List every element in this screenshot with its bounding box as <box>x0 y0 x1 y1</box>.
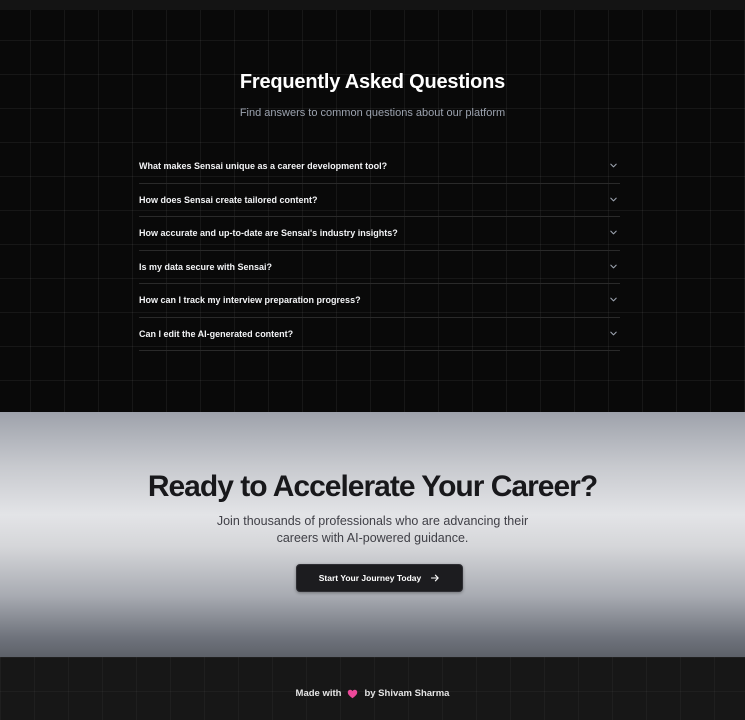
top-strip <box>0 0 745 10</box>
faq-item-tailored-content[interactable]: How does Sensai create tailored content? <box>139 184 620 217</box>
cta-description: Join thousands of professionals who are … <box>202 513 543 547</box>
faq-title: Frequently Asked Questions <box>239 71 506 93</box>
faq-subtitle: Find answers to common questions about o… <box>239 107 506 119</box>
chevron-down-icon[interactable] <box>609 161 618 170</box>
faq-item-data-security[interactable]: Is my data secure with Sensai? <box>139 251 620 284</box>
start-journey-button[interactable]: Start Your Journey Today <box>296 564 463 592</box>
faq-question: Can I edit the AI-generated content? <box>139 328 294 339</box>
faq-question: How accurate and up-to-date are Sensai's… <box>139 228 398 238</box>
faq-section: Frequently Asked Questions Find answers … <box>0 0 745 412</box>
faq-item-industry-insights[interactable]: How accurate and up-to-date are Sensai's… <box>139 217 620 251</box>
arrow-right-icon <box>431 574 439 582</box>
chevron-down-icon[interactable] <box>609 262 618 271</box>
made-with-text: Made with <box>295 688 342 699</box>
footer: Made with by Shivam Sharma <box>0 657 745 720</box>
faq-item-unique[interactable]: What makes Sensai unique as a career dev… <box>139 150 620 184</box>
cta-section: Ready to Accelerate Your Career? Join th… <box>0 412 745 657</box>
chevron-down-icon[interactable] <box>609 295 618 304</box>
faq-question: What makes Sensai unique as a career dev… <box>139 161 388 171</box>
faq-item-edit-ai-content[interactable]: Can I edit the AI-generated content? <box>139 318 620 351</box>
faq-item-interview-progress[interactable]: How can I track my interview preparation… <box>139 284 620 318</box>
footer-credit: Made with by Shivam Sharma <box>0 688 745 699</box>
author-text: by Shivam Sharma <box>364 688 450 699</box>
cta-title: Ready to Accelerate Your Career? <box>147 470 598 503</box>
chevron-down-icon[interactable] <box>609 195 618 204</box>
faq-list: What makes Sensai unique as a career dev… <box>139 150 620 351</box>
heart-icon <box>348 689 358 698</box>
cta-description-line-2: careers with AI-powered guidance. <box>276 531 469 545</box>
chevron-down-icon[interactable] <box>609 329 618 338</box>
faq-question: How does Sensai create tailored content? <box>139 194 318 205</box>
cta-description-line-1: Join thousands of professionals who are … <box>216 514 529 528</box>
faq-question: How can I track my interview preparation… <box>139 295 361 305</box>
chevron-down-icon[interactable] <box>609 228 618 237</box>
start-journey-button-label: Start Your Journey Today <box>318 573 422 583</box>
faq-question: Is my data secure with Sensai? <box>139 261 273 272</box>
